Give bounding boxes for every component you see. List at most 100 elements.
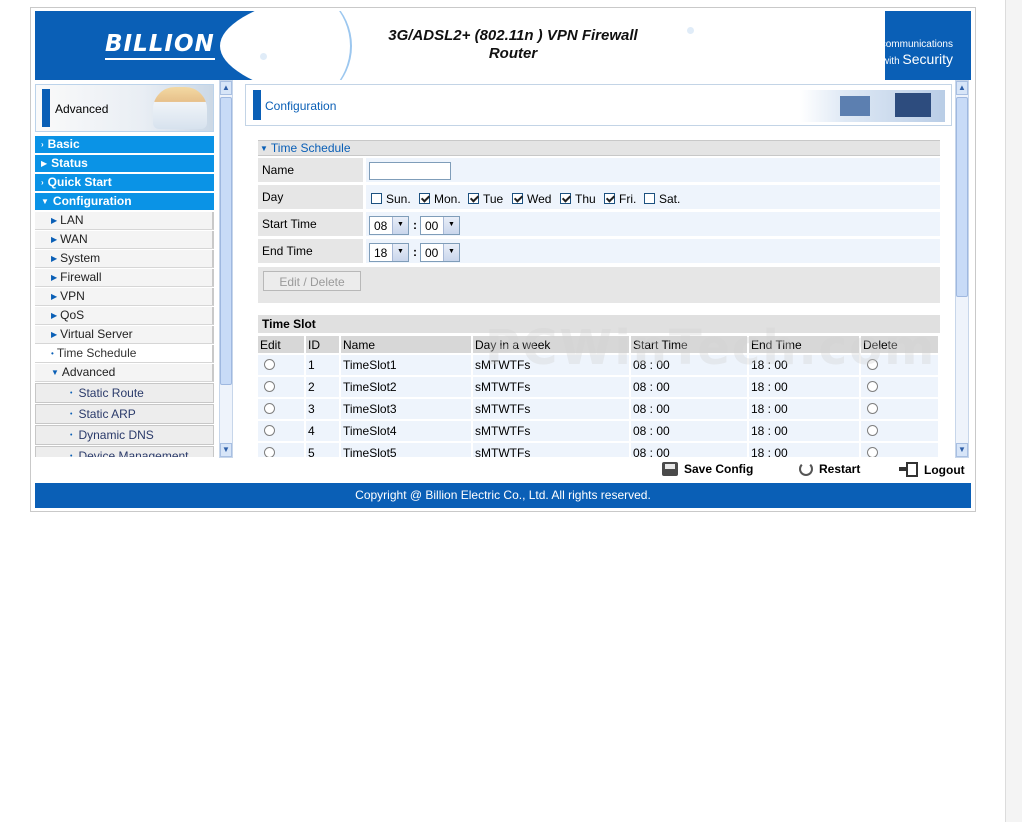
product-title-line1: 3G/ADSL2+ (802.11n ) VPN Firewall (388, 27, 638, 44)
menu-firewall[interactable]: ▶ Firewall (35, 269, 214, 287)
edit-delete-button[interactable]: Edit / Delete (263, 271, 361, 291)
delete-radio[interactable] (867, 425, 878, 436)
browser-scrollbar[interactable] (1005, 0, 1022, 822)
menu-dynamic-dns[interactable]: • Dynamic DNS (35, 425, 214, 445)
banner-accent (42, 89, 50, 127)
id-cell: 4 (306, 421, 339, 441)
menu-lan-label: LAN (60, 213, 84, 227)
menu-basic[interactable]: › Basic (35, 136, 214, 154)
end-hour-value: 18 (374, 246, 388, 260)
chevron-up-icon[interactable]: ▲ (956, 81, 968, 95)
start-hour-select[interactable]: 08 ▼ (369, 216, 409, 235)
delete-cell (861, 399, 938, 419)
edit-radio[interactable] (264, 381, 275, 392)
day-wed[interactable]: Wed (512, 192, 551, 206)
checkbox-tue[interactable] (468, 193, 479, 204)
checkbox-wed[interactable] (512, 193, 523, 204)
menu-qos[interactable]: ▶ QoS (35, 307, 214, 325)
delete-radio[interactable] (867, 447, 878, 457)
edit-radio[interactable] (264, 403, 275, 414)
start-cell: 08 : 00 (631, 377, 747, 397)
product-title-line2: Router (488, 45, 538, 62)
days-cell: sMTWTFs (473, 399, 629, 419)
edit-radio[interactable] (264, 447, 275, 457)
menu-system[interactable]: ▶ System (35, 250, 214, 268)
checkbox-thu[interactable] (560, 193, 571, 204)
caret-right-icon: › (41, 140, 44, 149)
menu-configuration-label: Configuration (52, 194, 132, 208)
day-thu[interactable]: Thu (560, 192, 596, 206)
menu-lan[interactable]: ▶ LAN (35, 212, 214, 230)
start-min-select[interactable]: 00 ▼ (420, 216, 460, 235)
caret-right-icon: ▶ (51, 235, 58, 244)
menu-static-route[interactable]: • Static Route (35, 383, 214, 403)
footer: Copyright @ Billion Electric Co., Ltd. A… (35, 483, 971, 508)
menu-wan[interactable]: ▶ WAN (35, 231, 214, 249)
checkbox-fri[interactable] (604, 193, 615, 204)
start-time-row: Start Time 08 ▼ : 00 ▼ (258, 211, 940, 236)
day-tue[interactable]: Tue (468, 192, 503, 206)
banner-photo (153, 87, 207, 129)
menu-advanced[interactable]: ▼ Advanced (35, 364, 214, 382)
restart-button[interactable]: Restart (799, 462, 860, 476)
col-name: Name (341, 336, 471, 353)
delete-radio[interactable] (867, 403, 878, 414)
menu-status[interactable]: ▶ Status (35, 155, 214, 173)
menu-wan-label: WAN (60, 232, 88, 246)
caret-down-icon: ▼ (260, 144, 268, 153)
name-label: Name (258, 158, 363, 182)
save-config-button[interactable]: Save Config (662, 462, 753, 476)
end-time-label: End Time (258, 239, 363, 263)
menu-configuration[interactable]: ▼ Configuration (35, 193, 214, 211)
bullet-icon: • (70, 432, 73, 439)
caret-right-icon: ▶ (51, 216, 58, 225)
header-banner: BILLION 3G/ADSL2+ (802.11n ) VPN Firewal… (35, 11, 971, 80)
edit-radio[interactable] (264, 359, 275, 370)
delete-cell (861, 421, 938, 441)
logout-button[interactable]: Logout (899, 462, 965, 477)
time-schedule-section-header[interactable]: ▼ Time Schedule (258, 140, 940, 156)
menu-time-schedule[interactable]: • Time Schedule (35, 345, 214, 363)
menu-virtual-server[interactable]: ▶ Virtual Server (35, 326, 214, 344)
day-sat[interactable]: Sat. (644, 192, 680, 206)
end-cell: 18 : 00 (749, 443, 859, 457)
edit-cell (258, 443, 304, 457)
header-dot (260, 53, 267, 60)
checkbox-sun[interactable] (371, 193, 382, 204)
menu-system-label: System (60, 251, 101, 265)
menu-quick-start[interactable]: › Quick Start (35, 174, 214, 192)
caret-down-icon: ▼ (51, 368, 59, 377)
day-mon[interactable]: Mon. (419, 192, 461, 206)
day-fri[interactable]: Fri. (604, 192, 636, 206)
left-nav-scrollbar[interactable]: ▲ ▼ (219, 80, 233, 458)
menu-static-arp[interactable]: • Static ARP (35, 404, 214, 424)
name-row: Name (258, 157, 940, 182)
checkbox-sat[interactable] (644, 193, 655, 204)
watermark: PCWinTech.com (485, 320, 937, 376)
menu-time-schedule-label: Time Schedule (56, 346, 137, 360)
chevron-down-icon[interactable]: ▼ (220, 443, 232, 457)
chevron-up-icon[interactable]: ▲ (220, 81, 232, 95)
logout-icon (899, 462, 918, 477)
day-sun[interactable]: Sun. (371, 192, 411, 206)
left-nav-scroll-thumb[interactable] (220, 97, 232, 385)
tagline-communications: communications (880, 39, 953, 50)
name-cell: TimeSlot3 (341, 399, 471, 419)
delete-radio[interactable] (867, 381, 878, 392)
chevron-down-icon[interactable]: ▼ (956, 443, 968, 457)
save-config-label: Save Config (684, 462, 754, 476)
content-scroll-thumb[interactable] (956, 97, 968, 297)
edit-cell (258, 399, 304, 419)
name-input[interactable] (369, 162, 451, 180)
bullet-icon: • (70, 390, 73, 397)
start-cell: 08 : 00 (631, 399, 747, 419)
content-scrollbar[interactable]: ▲ ▼ (955, 80, 969, 458)
menu-vpn[interactable]: ▶ VPN (35, 288, 214, 306)
header-arc (210, 11, 352, 80)
logout-label: Logout (924, 463, 965, 477)
edit-radio[interactable] (264, 425, 275, 436)
checkbox-mon[interactable] (419, 193, 430, 204)
end-min-select[interactable]: 00 ▼ (420, 243, 460, 262)
menu-device-management[interactable]: • Device Management (35, 446, 214, 457)
end-hour-select[interactable]: 18 ▼ (369, 243, 409, 262)
